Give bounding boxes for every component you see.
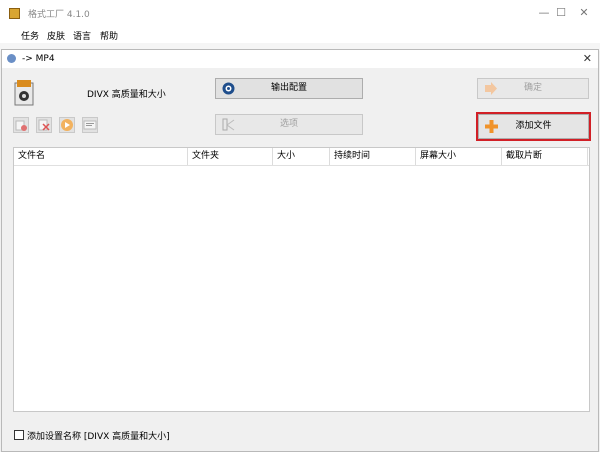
app-titlebar: 格式工厂 4.1.0 — ☐ ✕ — [0, 0, 600, 27]
play-icon[interactable] — [59, 117, 75, 133]
menu-tasks[interactable]: 任务 — [21, 29, 39, 42]
col-folder[interactable]: 文件夹 — [188, 148, 273, 165]
col-clip[interactable]: 截取片断 — [502, 148, 588, 165]
media-info-icon[interactable] — [82, 117, 98, 133]
add-file-button[interactable]: 添加文件 — [476, 112, 591, 141]
profile-label: DIVX 高质量和大小 — [87, 90, 166, 100]
file-list-header: 文件名 文件夹 大小 持续时间 屏幕大小 截取片断 — [14, 148, 589, 166]
ok-label: 确定 — [523, 83, 542, 93]
col-filename[interactable]: 文件名 — [14, 148, 188, 165]
format-factory-icon — [9, 8, 20, 19]
film-scissors-icon — [222, 118, 235, 131]
menubar: 任务 皮肤 语言 帮助 — [0, 26, 600, 43]
options-label: 选项 — [279, 119, 298, 129]
footer-checkbox-row[interactable]: 添加设置名称 [DIVX 高质量和大小] — [14, 429, 170, 442]
file-list-table[interactable]: 文件名 文件夹 大小 持续时间 屏幕大小 截取片断 — [13, 147, 590, 412]
col-screen-size[interactable]: 屏幕大小 — [416, 148, 502, 165]
arrow-right-icon — [485, 82, 497, 95]
col-size[interactable]: 大小 — [273, 148, 330, 165]
output-config-button[interactable]: 输出配置 — [215, 78, 363, 99]
options-button[interactable]: 选项 — [215, 114, 363, 135]
ok-button[interactable]: 确定 — [477, 78, 589, 99]
add-setting-name-checkbox[interactable] — [14, 430, 24, 440]
dialog-title: -> MP4 — [22, 54, 55, 64]
add-file-label: 添加文件 — [515, 121, 552, 131]
clear-list-icon[interactable] — [36, 117, 52, 133]
maximize-button[interactable]: ☐ — [554, 6, 568, 20]
add-setting-name-label: 添加设置名称 [DIVX 高质量和大小] — [27, 432, 170, 442]
minimize-button[interactable]: — — [537, 6, 551, 20]
close-app-button[interactable]: ✕ — [577, 6, 591, 20]
menu-skin[interactable]: 皮肤 — [47, 29, 65, 42]
gear-icon — [222, 82, 235, 95]
app-title: 格式工厂 4.1.0 — [28, 10, 90, 20]
dialog-icon — [7, 54, 16, 63]
plus-icon — [485, 120, 498, 133]
dialog-titlebar: -> MP4 ✕ — [2, 50, 598, 68]
convert-dialog: -> MP4 ✕ DIVX 高质量和大小 输出配置 确定 选项 添加文件 文件名… — [1, 49, 599, 452]
mp4-format-icon — [14, 80, 34, 106]
menu-language[interactable]: 语言 — [73, 29, 91, 42]
remove-icon[interactable] — [13, 117, 29, 133]
output-config-label: 输出配置 — [270, 83, 307, 93]
col-duration[interactable]: 持续时间 — [330, 148, 416, 165]
menu-help[interactable]: 帮助 — [100, 29, 118, 42]
dialog-close-button[interactable]: ✕ — [583, 52, 592, 65]
